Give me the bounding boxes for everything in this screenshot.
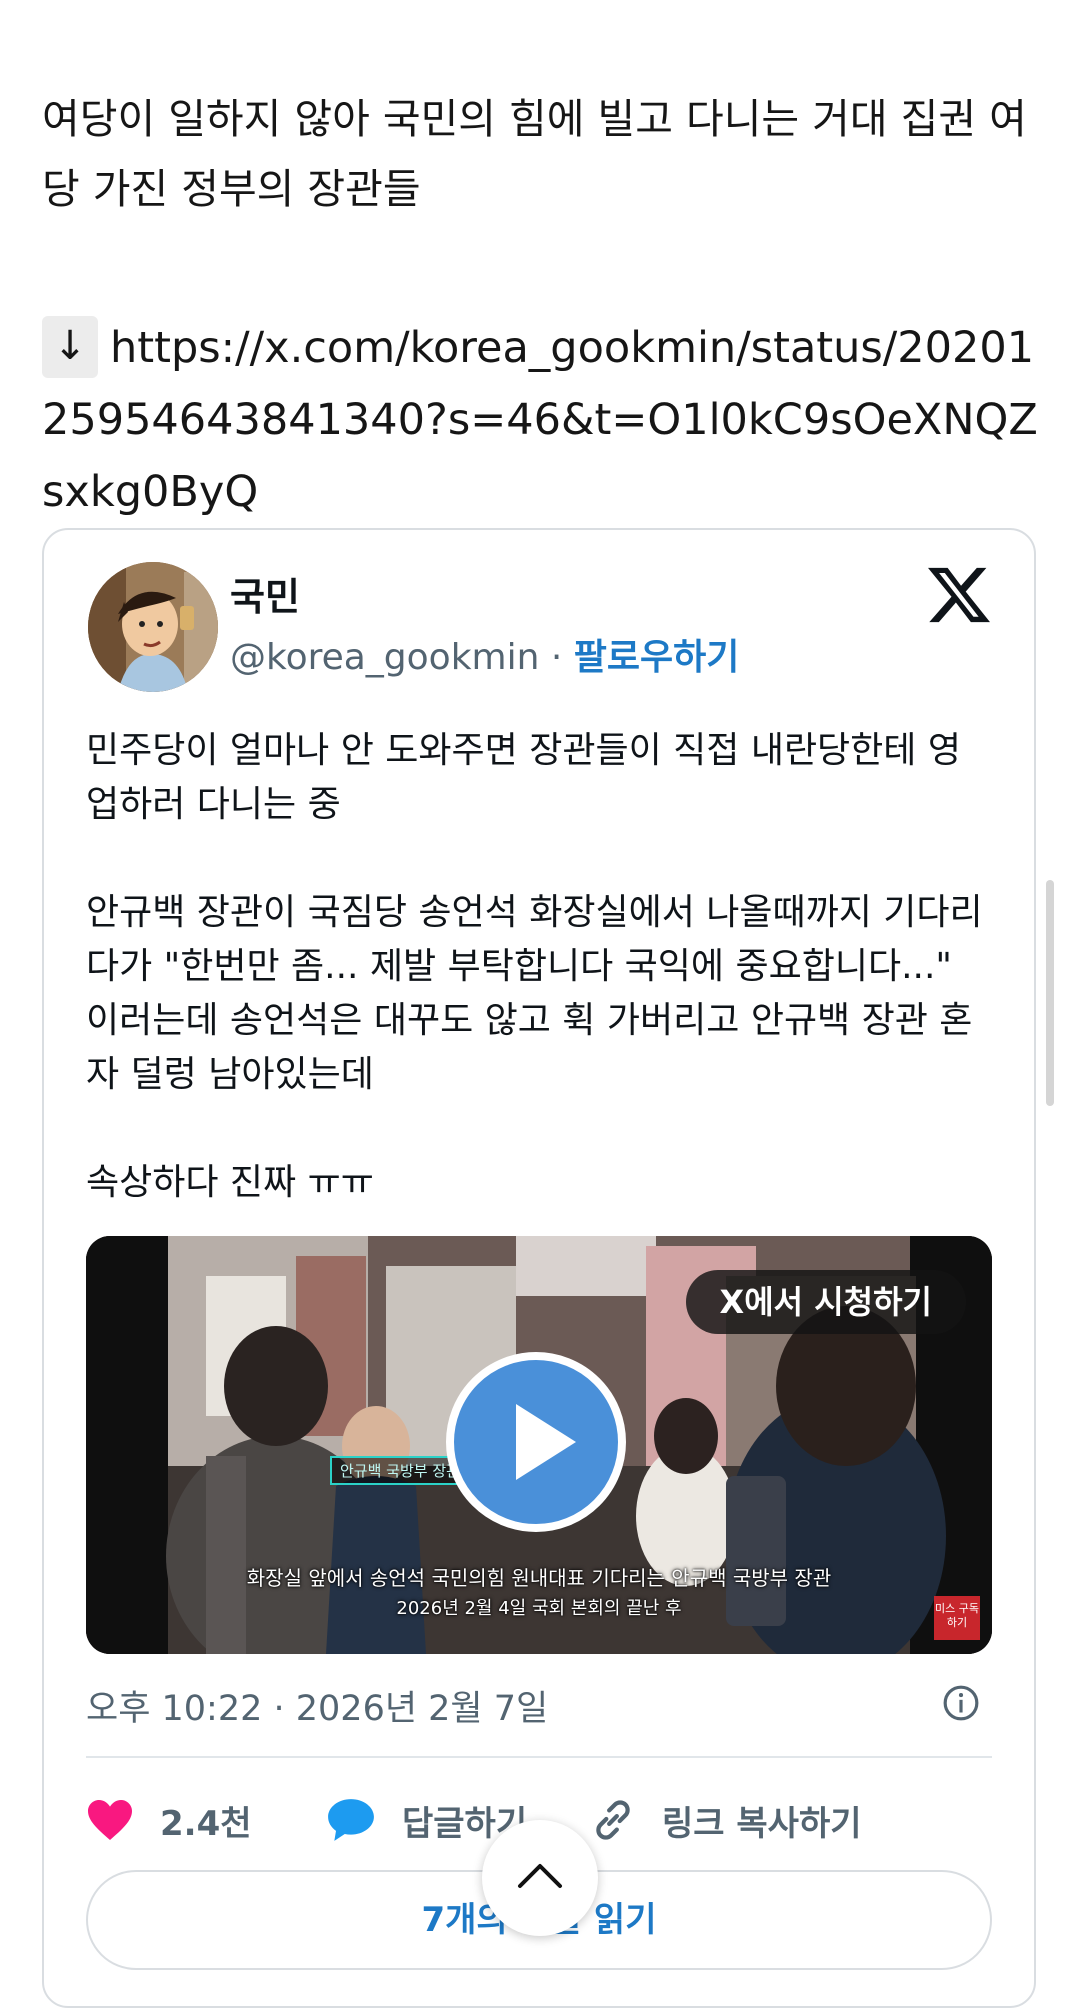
video-thumbnail[interactable]: X에서 시청하기 안규백 국방부 장관 화장실 앞에서 송언석 국민의힘 원내대… (86, 1236, 992, 1654)
post-text: 여당이 일하지 않아 국민의 힘에 빌고 다니는 거대 집권 여당 가진 정부의… (42, 95, 1027, 213)
reply-bubble-icon (328, 1799, 374, 1841)
scroll-to-top-button[interactable] (482, 1820, 598, 1936)
author-handle[interactable]: @korea_gookmin (230, 637, 539, 678)
watch-on-x-button[interactable]: X에서 시청하기 (685, 1270, 966, 1334)
like-count: 2.4천 (160, 1803, 252, 1844)
tweet-body: 민주당이 얼마나 안 도와주면 장관들이 직접 내란당한테 영업하러 다니는 중… (86, 730, 983, 1203)
avatar[interactable] (88, 562, 218, 692)
video-caption: 화장실 앞에서 송언석 국민의힘 원내대표 기다리는 안규백 국방부 장관 (246, 1566, 832, 1590)
down-arrow-icon: ↓ (42, 316, 98, 378)
heart-icon (88, 1800, 132, 1840)
play-icon (516, 1404, 576, 1480)
tweet-url-link[interactable]: https://x.com/korea_gookmin/status/20201… (42, 323, 1038, 517)
author-name[interactable]: 국민 (230, 566, 300, 621)
video-subcaption: 2026년 2월 4일 국회 본회의 끝난 후 (396, 1598, 682, 1619)
embedded-tweet-card[interactable]: 국민 @korea_gookmin · 팔로우하기 민주당이 얼마나 안 도와주… (42, 528, 1036, 2008)
author-handle-row: @korea_gookmin · 팔로우하기 (230, 628, 739, 680)
handle-separator: · (539, 637, 574, 678)
channel-badge: 미스 구독하기 (934, 1596, 980, 1640)
post-link-block: ↓ https://x.com/korea_gookmin/status/2020… (42, 312, 1042, 528)
info-icon[interactable] (942, 1684, 980, 1722)
copy-link-label: 링크 복사하기 (662, 1803, 862, 1844)
chevron-up-icon (518, 1864, 562, 1888)
scrollbar[interactable] (1046, 880, 1054, 1106)
copy-link-button[interactable]: 링크 복사하기 (590, 1790, 862, 1850)
like-button[interactable]: 2.4천 (86, 1790, 252, 1850)
follow-button[interactable]: 팔로우하기 (574, 637, 740, 678)
x-logo-icon[interactable] (928, 564, 990, 626)
play-button[interactable] (446, 1352, 626, 1532)
tweet-timestamp[interactable]: 오후 10:22 · 2026년 2월 7일 (86, 1680, 548, 1731)
divider (86, 1756, 992, 1758)
